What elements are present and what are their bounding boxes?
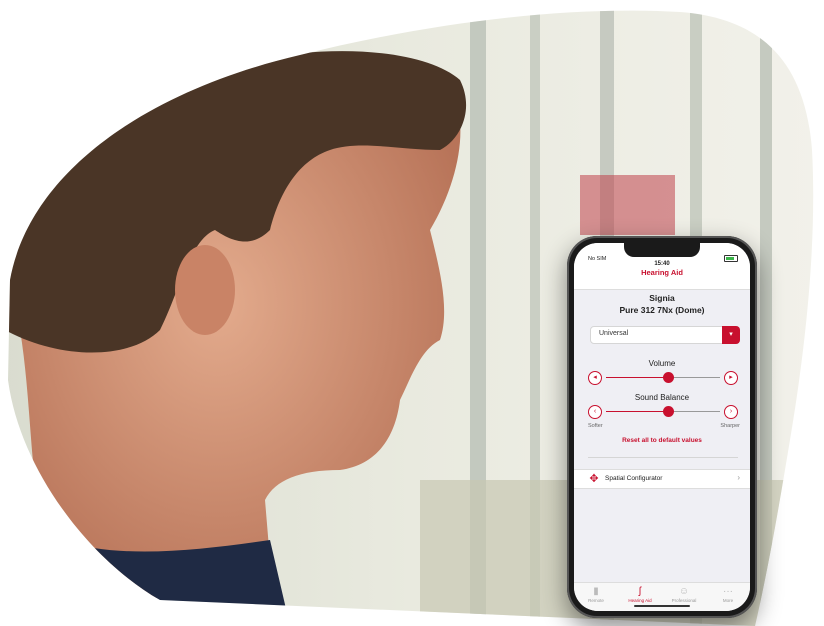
volume-up-icon[interactable]: ▸ [724, 371, 738, 385]
tab-hearing-aid-label: Hearing Aid [628, 598, 652, 603]
chevron-down-icon[interactable]: ▾ [722, 326, 740, 344]
sound-balance-fill [606, 411, 669, 412]
tab-professional-label: Professional [671, 598, 697, 603]
bars-icon: ▮ [593, 586, 599, 597]
nav-bar: Hearing Aid [574, 265, 750, 290]
chevron-right-icon[interactable]: › [724, 405, 738, 419]
battery-icon [724, 255, 738, 262]
tab-remote-label: Remote [588, 598, 604, 603]
hearing-aid-icon: ʃ [638, 586, 642, 597]
chevron-right-icon: › [737, 473, 740, 482]
device-info: Signia Pure 312 7Nx (Dome) [574, 293, 750, 315]
phone-notch [624, 243, 700, 257]
sound-balance-thumb[interactable] [663, 406, 675, 417]
person-icon: ☺ [678, 586, 690, 597]
tab-hearing-aid[interactable]: ʃ Hearing Aid [620, 586, 660, 603]
home-indicator [634, 605, 690, 607]
tab-remote[interactable]: ▮ Remote [576, 586, 616, 603]
tab-professional[interactable]: ☺ Professional [664, 586, 704, 603]
phone-mockup: No SIM 15:40 Hearing Aid Signia Pure 312… [567, 236, 757, 618]
sound-balance-label: Sound Balance [634, 393, 690, 402]
nav-title: Hearing Aid [641, 268, 683, 277]
volume-down-icon[interactable]: ◂ [588, 371, 602, 385]
tab-more[interactable]: ··· More [708, 586, 748, 603]
program-select[interactable]: Universal ▾ [590, 326, 740, 344]
softer-label: Softer [588, 423, 603, 429]
divider [588, 457, 738, 458]
volume-thumb[interactable] [663, 372, 675, 383]
device-brand: Signia [649, 293, 675, 303]
tab-bar: ▮ Remote ʃ Hearing Aid ☺ Professional ··… [574, 582, 750, 611]
spatial-configurator-row[interactable]: ✥ Spatial Configurator › [574, 469, 750, 489]
sound-balance-slider[interactable]: ‹ › [588, 405, 738, 419]
device-model: Pure 312 7Nx (Dome) [619, 305, 705, 315]
reset-defaults-button[interactable]: Reset all to default values [574, 437, 750, 444]
dots-icon: ··· [723, 586, 733, 597]
move-arrows-icon: ✥ [589, 473, 599, 485]
volume-label: Volume [648, 359, 676, 368]
sharper-label: Sharper [720, 423, 740, 429]
phone-screen: No SIM 15:40 Hearing Aid Signia Pure 312… [574, 243, 750, 611]
program-selected-label: Universal [599, 330, 629, 337]
chevron-left-icon[interactable]: ‹ [588, 405, 602, 419]
tab-more-label: More [722, 598, 734, 603]
spatial-configurator-label: Spatial Configurator [605, 475, 663, 482]
volume-slider[interactable]: ◂ ▸ [588, 371, 738, 385]
volume-fill [606, 377, 669, 378]
